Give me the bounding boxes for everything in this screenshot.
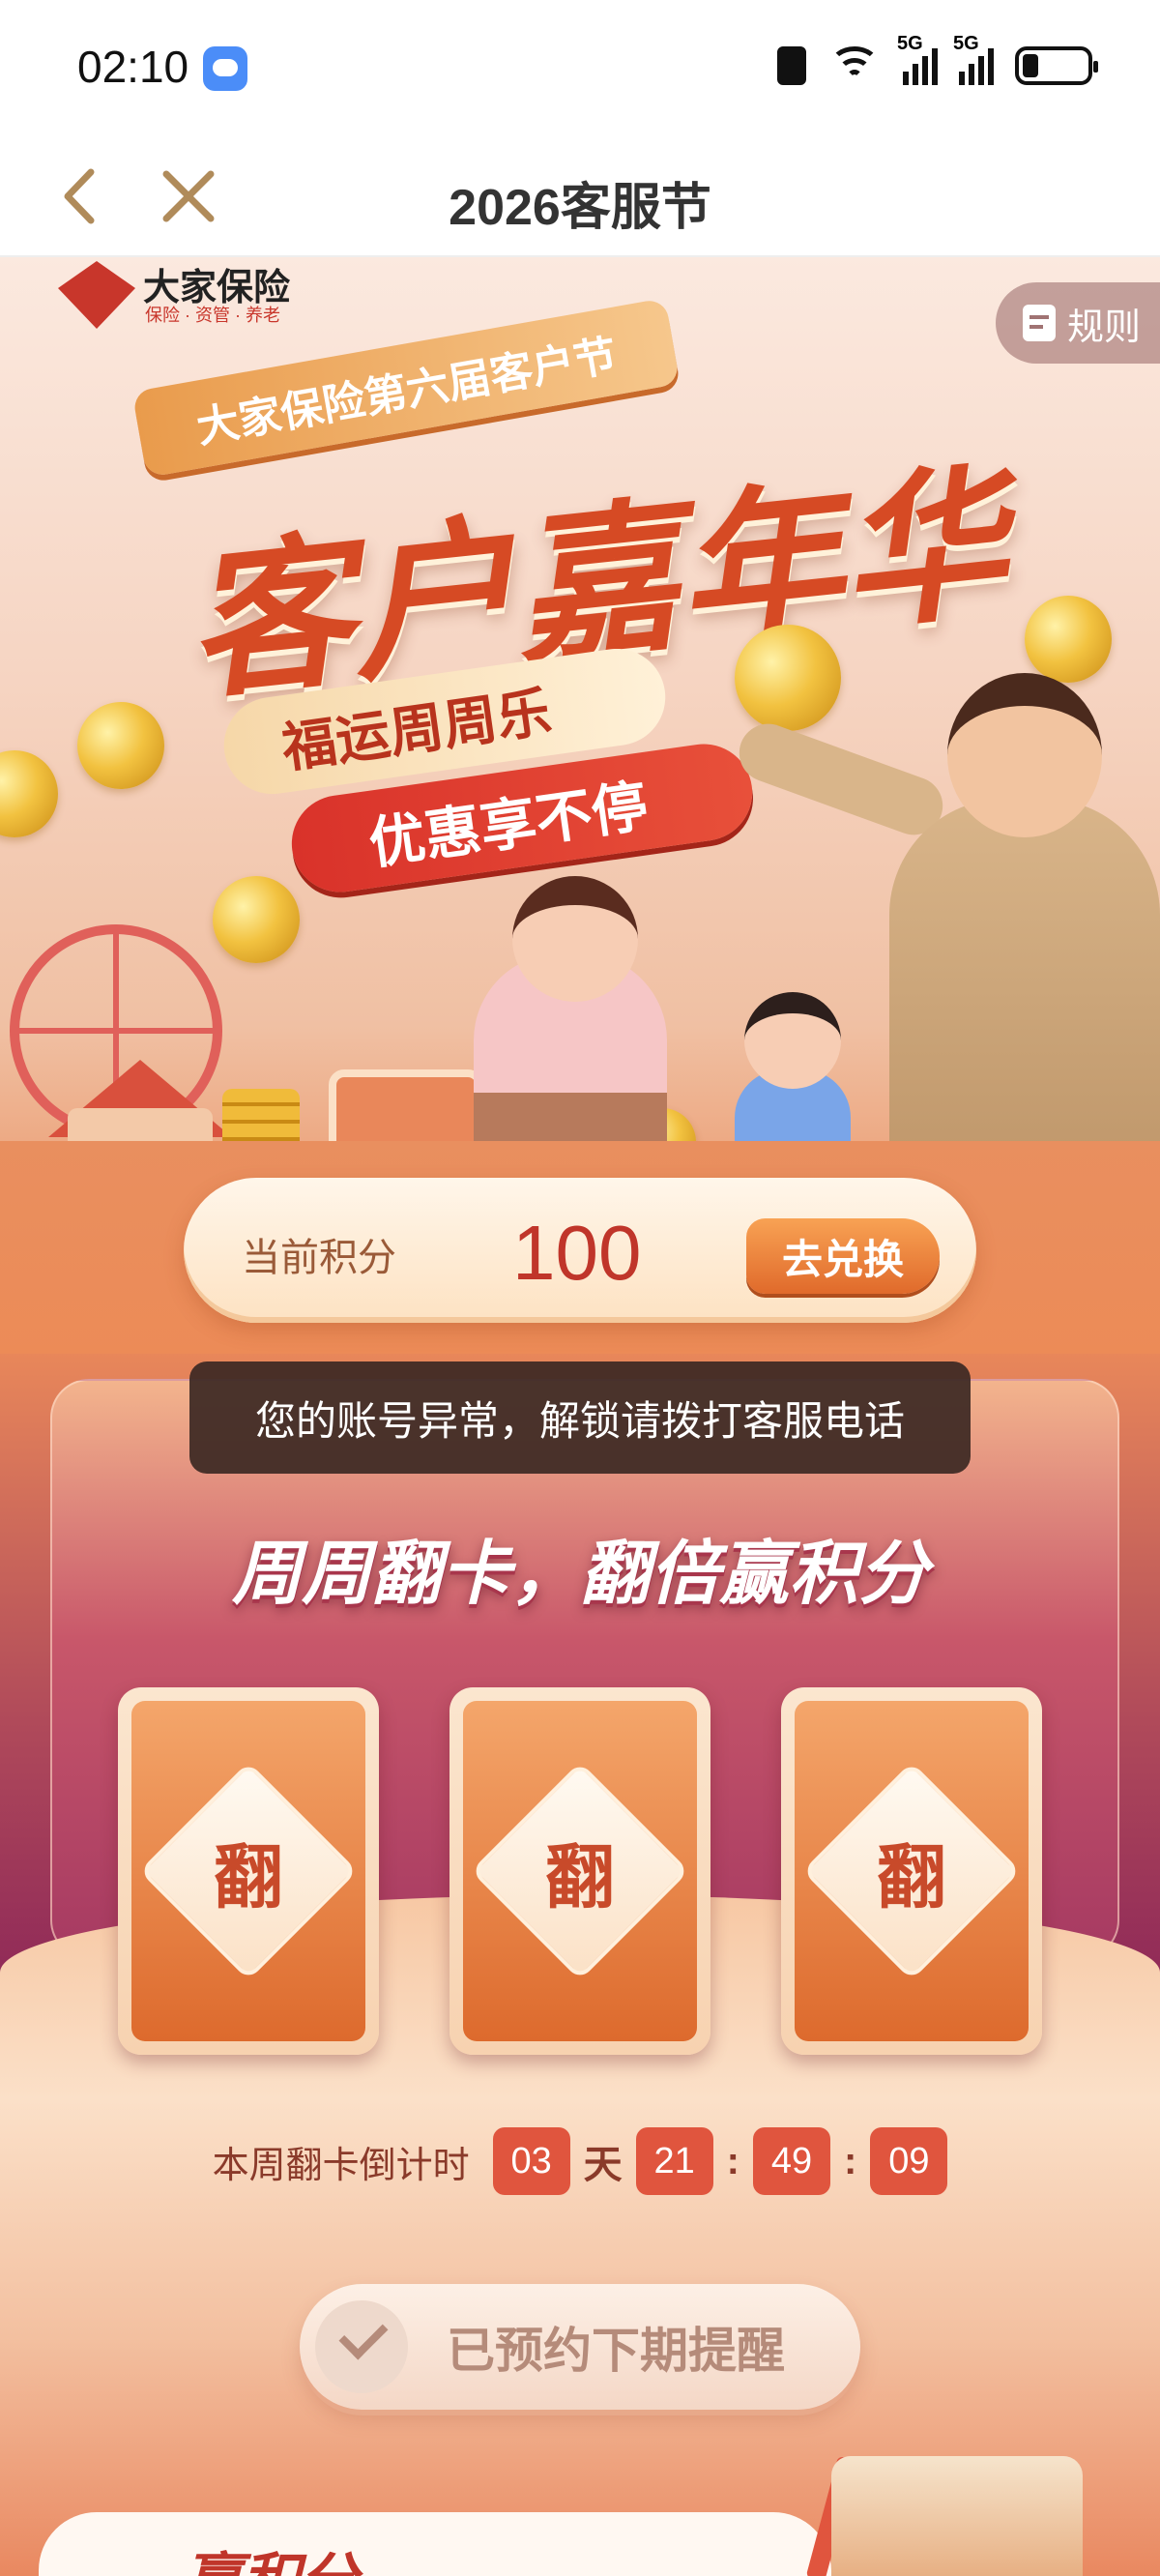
flip-countdown: 本周翻卡倒计时 03 天 21 : 49 : 09 — [0, 2127, 1160, 2195]
reminder-label: 已预约下期提醒 — [447, 2324, 785, 2378]
coin-decoration — [1025, 596, 1112, 683]
brand-tagline: 保险 · 资管 · 养老 — [145, 306, 280, 325]
rules-label: 规则 — [1067, 307, 1142, 348]
points-label: 当前积分 — [242, 1237, 396, 1279]
error-toast: 您的账号异常，解锁请拨打客服电话 — [189, 1361, 971, 1474]
message-app-icon — [203, 46, 247, 91]
card-label: 翻 — [213, 1835, 283, 1918]
coin-decoration — [213, 876, 300, 963]
flip-card-1[interactable]: 翻 — [118, 1687, 379, 2055]
document-icon — [1023, 305, 1056, 341]
hero-banner: 大家保险 保险 · 资管 · 养老 规则 大家保险第六届客户节 客户嘉年华 福运… — [0, 257, 1160, 1282]
checkmark-icon — [315, 2300, 408, 2393]
countdown-day-unit: 天 — [583, 2144, 623, 2186]
flip-card-2[interactable]: 翻 — [450, 1687, 710, 2055]
countdown-separator: : — [726, 2139, 740, 2182]
earn-points-title: 赢积分 — [184, 2533, 358, 2576]
countdown-days: 03 — [492, 2127, 570, 2195]
father-arm-illustration — [731, 716, 951, 843]
status-icons: 5G 5G — [777, 33, 1098, 85]
battery-icon — [1015, 46, 1098, 85]
reminder-button[interactable]: 已预约下期提醒 — [300, 2284, 860, 2410]
coin-decoration — [77, 702, 164, 789]
wifi-icon — [827, 46, 882, 85]
flip-card-3[interactable]: 翻 — [781, 1687, 1042, 2055]
card-label: 翻 — [544, 1835, 615, 1918]
coin-decoration — [0, 750, 58, 837]
exchange-button[interactable]: 去兑换 — [746, 1218, 940, 1294]
countdown-separator: : — [844, 2139, 857, 2182]
books-illustration — [831, 2456, 1083, 2576]
countdown-label: 本周翻卡倒计时 — [212, 2145, 470, 2186]
child-head-illustration — [744, 992, 841, 1089]
vibrate-icon — [777, 46, 806, 85]
card-game-title: 周周翻卡，翻倍赢积分 — [231, 1536, 928, 1613]
nav-bar: 2026客服节 — [0, 135, 1160, 257]
countdown-hours: 21 — [635, 2127, 713, 2195]
signal-icon-2: 5G — [953, 33, 994, 85]
signal-icon-1: 5G — [897, 33, 938, 85]
card-label: 翻 — [876, 1835, 946, 1918]
earn-points-card — [39, 2512, 831, 2576]
countdown-seconds: 09 — [870, 2127, 948, 2195]
card-face: 翻 — [131, 1701, 365, 2041]
rules-button[interactable]: 规则 — [996, 282, 1160, 364]
status-bar: 02:10 5G 5G — [0, 0, 1160, 135]
card-face: 翻 — [795, 1701, 1029, 2041]
father-head-illustration — [947, 673, 1102, 837]
status-time: 02:10 — [77, 42, 189, 92]
brand-logo-icon — [58, 261, 135, 329]
points-value: 100 — [512, 1210, 642, 1296]
page-title: 2026客服节 — [449, 180, 711, 236]
countdown-minutes: 49 — [753, 2127, 830, 2195]
card-face: 翻 — [463, 1701, 697, 2041]
coin-decoration — [735, 625, 841, 731]
brand-logo: 大家保险 保险 · 资管 · 养老 — [58, 257, 309, 335]
mother-head-illustration — [512, 876, 638, 1002]
